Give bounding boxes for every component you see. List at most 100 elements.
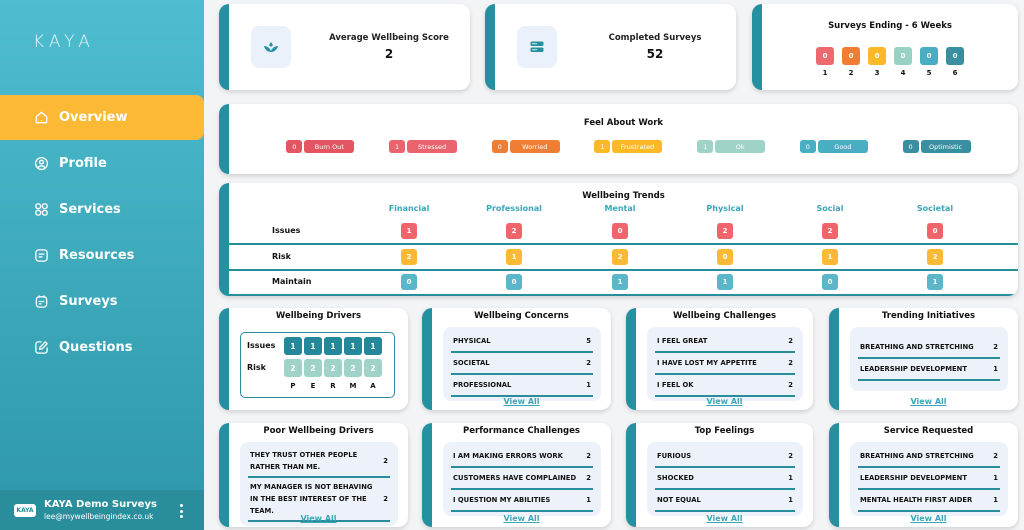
lotus-icon-box [251, 26, 291, 68]
view-all-link[interactable]: View All [636, 514, 813, 523]
driver-value-badge[interactable]: 2 [344, 359, 362, 377]
service-requested-card: Service Requested BREATHING AND STRETCHIN… [829, 423, 1018, 527]
driver-value-badge[interactable]: 2 [284, 359, 302, 377]
sidebar-item-surveys[interactable]: Surveys [0, 279, 204, 323]
sidebar-item-label: Profile [59, 155, 107, 171]
perma-letter: R [330, 382, 336, 390]
week-number: 2 [848, 69, 854, 77]
sidebar-item-label: Services [59, 201, 121, 217]
week-count-badge[interactable]: 0 [920, 47, 938, 65]
feeling-pill[interactable]: 1 Ok [697, 140, 766, 153]
feeling-pill[interactable]: 0 Worried [491, 140, 560, 153]
list-item[interactable]: PHYSICAL 5 [451, 331, 593, 353]
trend-value-badge[interactable]: 1 [401, 223, 417, 239]
view-all-link[interactable]: View All [432, 397, 611, 406]
list-item[interactable]: SOCIETAL 2 [451, 353, 593, 375]
list-item[interactable]: I FEEL OK 2 [655, 375, 795, 397]
trend-value-badge[interactable]: 0 [612, 223, 628, 239]
trend-value-badge[interactable]: 2 [401, 249, 417, 265]
trend-value-badge[interactable]: 2 [822, 223, 838, 239]
list-item[interactable]: FURIOUS 2 [655, 446, 795, 468]
perma-letter: E [310, 382, 316, 390]
perma-letter: M [349, 382, 357, 390]
list-item[interactable]: LEADERSHIP DEVELOPMENT 1 [858, 359, 1000, 381]
feel-about-work-card: Feel About Work 0 Burn Out 1 Stressed 0 Worri… [219, 104, 1018, 174]
more-options-icon[interactable] [180, 504, 184, 518]
trend-value-badge[interactable]: 1 [822, 249, 838, 265]
driver-row-label: Risk [247, 363, 266, 372]
view-all-link[interactable]: View All [432, 514, 611, 523]
sidebar-item-questions[interactable]: Questions [0, 325, 204, 369]
week-count-badge[interactable]: 0 [816, 47, 834, 65]
driver-value-badge[interactable]: 1 [344, 337, 362, 355]
view-all-link[interactable]: View All [839, 397, 1018, 406]
trend-value-badge[interactable]: 1 [612, 274, 628, 290]
list-item[interactable]: SHOCKED 1 [655, 468, 795, 490]
list-item[interactable]: I QUESTION MY ABILITIES 1 [451, 490, 593, 512]
feeling-pill[interactable]: 0 Burn Out [286, 140, 355, 153]
trend-value-badge[interactable]: 2 [927, 249, 943, 265]
feeling-pill[interactable]: 1 Frustrated [594, 140, 663, 153]
feeling-pill[interactable]: 0 Optimistic [902, 140, 971, 153]
perma-letter: A [370, 382, 376, 390]
trend-column-header: Physical [706, 204, 744, 213]
performance-challenges-card: Performance Challenges I AM MAKING ERRORS… [422, 423, 611, 527]
trend-value-badge[interactable]: 0 [927, 223, 943, 239]
driver-value-badge[interactable]: 1 [284, 337, 302, 355]
driver-value-badge[interactable]: 2 [324, 359, 342, 377]
sidebar-item-services[interactable]: Services [0, 187, 204, 231]
driver-value-badge[interactable]: 1 [364, 337, 382, 355]
trend-value-badge[interactable]: 1 [506, 249, 522, 265]
list-item[interactable]: BREATHING AND STRETCHING 2 [858, 446, 1000, 468]
driver-value-badge[interactable]: 1 [324, 337, 342, 355]
driver-value-badge[interactable]: 1 [304, 337, 322, 355]
driver-row-label: Issues [247, 341, 276, 350]
view-all-link[interactable]: View All [229, 514, 408, 523]
driver-value-badge[interactable]: 2 [364, 359, 382, 377]
view-all-link[interactable]: View All [839, 514, 1018, 523]
list-item[interactable]: I AM MAKING ERRORS WORK 2 [451, 446, 593, 468]
sidebar-item-label: Resources [59, 247, 135, 263]
trend-value-badge[interactable]: 0 [822, 274, 838, 290]
feeling-pill[interactable]: 0 Good [799, 140, 868, 153]
view-all-link[interactable]: View All [636, 397, 813, 406]
list-item[interactable]: I HAVE LOST MY APPETITE 2 [655, 353, 795, 375]
surveys-ending-card: Surveys Ending - 6 Weeks 010203040506 [752, 4, 1018, 90]
list-item-value: 1 [993, 496, 998, 504]
feeling-label: Optimistic [920, 140, 971, 153]
list-item[interactable]: LEADERSHIP DEVELOPMENT 1 [858, 468, 1000, 490]
trend-value-badge[interactable]: 0 [506, 274, 522, 290]
trend-value-badge[interactable]: 2 [717, 223, 733, 239]
document-icon [33, 247, 49, 263]
wellbeing-drivers-grid: Issues 1 1 1 1 1 Risk 2 2 2 2 2 P E R M A [240, 332, 395, 398]
list-item[interactable]: I FEEL GREAT 2 [655, 331, 795, 353]
list-item[interactable]: BREATHING AND STRETCHING 2 [858, 337, 1000, 359]
trend-value-badge[interactable]: 1 [927, 274, 943, 290]
list-item[interactable]: PROFESSIONAL 1 [451, 375, 593, 397]
trend-value-badge[interactable]: 0 [401, 274, 417, 290]
edit-icon [33, 339, 49, 355]
list-item[interactable]: THEY TRUST OTHER PEOPLE RATHER THAN ME. 2 [248, 446, 390, 478]
feeling-label: Stressed [407, 140, 458, 153]
feeling-count: 1 [594, 140, 611, 153]
week-count-badge[interactable]: 0 [842, 47, 860, 65]
driver-value-badge[interactable]: 2 [304, 359, 322, 377]
trend-value-badge[interactable]: 2 [612, 249, 628, 265]
trend-value-badge[interactable]: 0 [717, 249, 733, 265]
sidebar-item-overview[interactable]: Overview [0, 95, 204, 140]
week-number: 6 [952, 69, 958, 77]
week-count-badge[interactable]: 0 [946, 47, 964, 65]
week-number: 1 [822, 69, 828, 77]
list-item[interactable]: MENTAL HEALTH FIRST AIDER 1 [858, 490, 1000, 512]
trend-value-badge[interactable]: 2 [506, 223, 522, 239]
list-item[interactable]: CUSTOMERS HAVE COMPLAINED 2 [451, 468, 593, 490]
list-item[interactable]: NOT EQUAL 1 [655, 490, 795, 512]
feeling-pill[interactable]: 1 Stressed [389, 140, 458, 153]
feel-about-work-items: 0 Burn Out 1 Stressed 0 Worried 1 Frustrated 1 Ok… [229, 140, 1018, 153]
trend-value-badge[interactable]: 1 [717, 274, 733, 290]
sidebar-item-resources[interactable]: Resources [0, 233, 204, 277]
week-count-badge[interactable]: 0 [868, 47, 886, 65]
sidebar-item-profile[interactable]: Profile [0, 141, 204, 185]
list-item-value: 2 [993, 452, 998, 460]
week-count-badge[interactable]: 0 [894, 47, 912, 65]
